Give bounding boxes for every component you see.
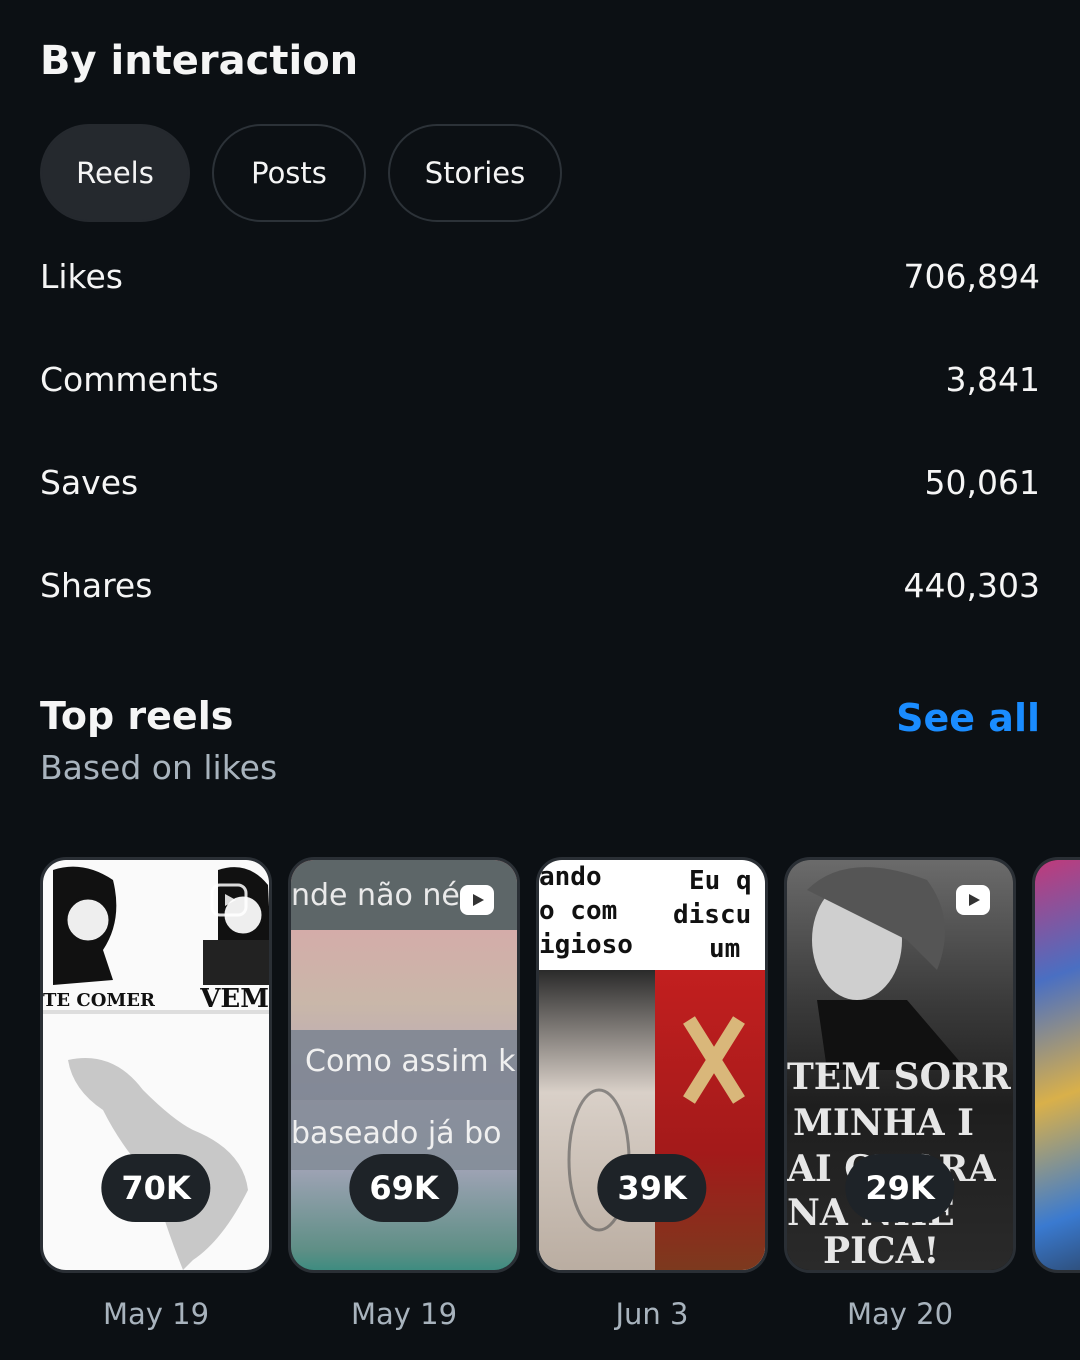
thumb-caption: nde não né [291,878,460,913]
reels-icon [460,885,494,915]
thumb-caption: o com [539,896,618,926]
thumb-caption: um [709,934,741,964]
metric-row-shares: Shares 440,303 [40,555,1040,615]
see-all-link[interactable]: See all [896,696,1040,740]
reel-card-partial[interactable] [1032,857,1080,1273]
metric-row-saves: Saves 50,061 [40,452,1040,512]
metric-label: Likes [40,256,123,296]
top-reels-subtitle: Based on likes [40,748,278,787]
reel-date: May 20 [846,1297,954,1331]
metric-value: 50,061 [924,462,1040,502]
thumb-caption: Como assim k [305,1044,516,1079]
metric-value: 706,894 [903,256,1040,296]
metric-label: Shares [40,565,153,605]
metric-label: Comments [40,359,219,399]
thumb-caption: MINHA I [793,1102,974,1144]
metric-value: 3,841 [945,359,1040,399]
thumb-caption: ando [539,862,602,892]
thumb-caption: TEM SORR [787,1056,1011,1098]
likes-count-badge: 29K [845,1154,955,1222]
reel-thumbnail [1035,860,1080,1270]
likes-count-badge: 69K [349,1154,459,1222]
metric-value: 440,303 [903,565,1040,605]
thumb-caption: TE COMER [43,990,155,1011]
thumb-caption: Eu q [689,866,752,896]
reels-icon [956,885,990,915]
thumb-caption: VEM [200,984,269,1014]
content-type-tabs: Reels Posts Stories [40,124,562,222]
top-reels-carousel[interactable]: TE COMER VEM 70K May 19 nde não né Como … [40,857,1080,1337]
reel-date: May 19 [102,1297,210,1331]
metric-label: Saves [40,462,139,502]
thumb-caption: discu [673,900,752,930]
top-reels-title: Top reels [40,694,234,738]
metric-row-comments: Comments 3,841 [40,349,1040,409]
reel-date: Jun 3 [615,1297,689,1331]
reel-card[interactable]: ando o com igioso Eu q discu um 39K [536,857,768,1273]
thumb-caption: baseado já bo [291,1116,502,1151]
thumb-caption: PICA! [823,1230,940,1272]
reels-icon [210,883,248,917]
reel-card[interactable]: nde não né Como assim k baseado já bo 69… [288,857,520,1273]
likes-count-badge: 39K [597,1154,707,1222]
reel-card[interactable]: TEM SORR MINHA I AI CHORA NA NHE PICA! 2… [784,857,1016,1273]
reel-date: May 19 [350,1297,458,1331]
metric-row-likes: Likes 706,894 [40,246,1040,306]
tab-posts[interactable]: Posts [212,124,366,222]
section-title-by-interaction: By interaction [40,38,359,84]
tab-stories[interactable]: Stories [388,124,562,222]
likes-count-badge: 70K [101,1154,211,1222]
thumb-caption: igioso [539,930,633,960]
tab-reels[interactable]: Reels [40,124,190,222]
reel-card[interactable]: TE COMER VEM 70K [40,857,272,1273]
